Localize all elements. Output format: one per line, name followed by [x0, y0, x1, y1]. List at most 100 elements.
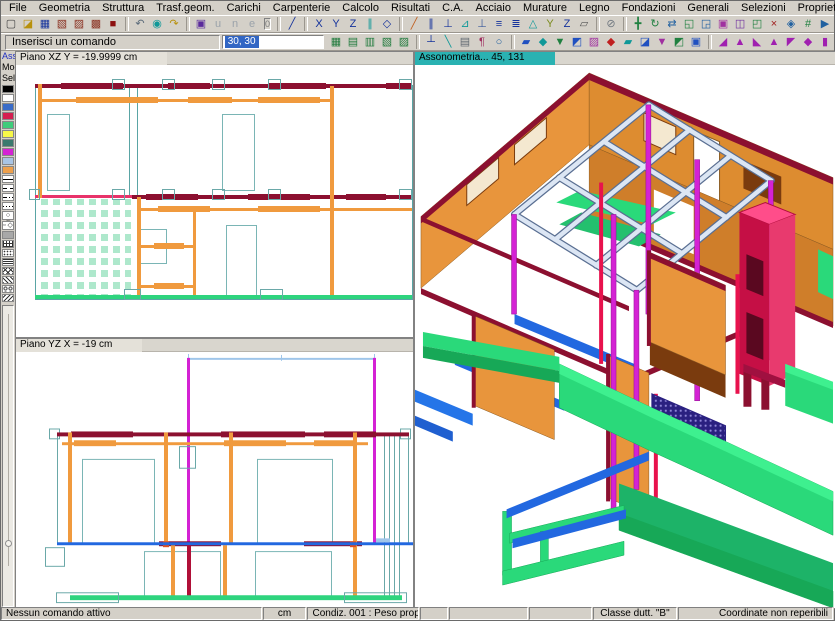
menu-item[interactable]: Proprietà [792, 2, 835, 15]
point-icon[interactable]: ○ [491, 35, 507, 49]
viewport-xz-canvas[interactable] [16, 65, 413, 337]
offset-icon[interactable]: ◫ [732, 17, 748, 31]
view-thumb-1-icon[interactable]: ▦ [328, 35, 344, 49]
slider-thumb[interactable] [5, 540, 12, 547]
color-swatch[interactable] [2, 139, 14, 147]
sheet-icon[interactable]: ▱ [576, 17, 592, 31]
load-case-4-icon[interactable]: ◩ [569, 35, 585, 49]
rotate-nodes-icon[interactable]: ↻ [647, 17, 663, 31]
export-view-icon[interactable]: ▩ [88, 17, 104, 31]
sidebar-mode-label[interactable]: Ass. [1, 51, 15, 62]
triangle-mesh-icon[interactable]: △ [525, 17, 541, 31]
viewport-ax-title[interactable]: Assonometria... 45, 131 [415, 52, 555, 65]
project-node-icon[interactable]: ⊥ [474, 17, 490, 31]
color-swatch[interactable] [2, 157, 14, 165]
load-case-8-icon[interactable]: ◪ [637, 35, 653, 49]
sidebar-slider[interactable] [2, 305, 14, 607]
sidebar-mode-label[interactable]: Sel. [1, 73, 15, 84]
load-case-10-icon[interactable]: ◩ [671, 35, 687, 49]
color-swatch[interactable] [2, 130, 14, 138]
fill-pattern-gray[interactable] [2, 231, 14, 239]
storey-3-icon[interactable]: ◣ [749, 35, 765, 49]
fill-pattern-dots[interactable] [2, 249, 14, 257]
color-swatch[interactable] [2, 121, 14, 129]
color-swatch[interactable] [2, 94, 14, 102]
eraser-icon[interactable]: ⊘ [603, 17, 619, 31]
draw-line-icon[interactable]: ╱ [284, 17, 300, 31]
menu-item[interactable]: Trasf.geom. [150, 2, 220, 15]
numbering-icon[interactable]: ▣ [193, 17, 209, 31]
mirror-icon[interactable]: ⇄ [664, 17, 680, 31]
line-style-dashdot[interactable] [2, 193, 14, 201]
view-thumb-5-icon[interactable]: ▨ [396, 35, 412, 49]
plane-y-icon[interactable]: Y [328, 17, 344, 31]
save-icon[interactable]: ▦ [37, 17, 53, 31]
menu-item[interactable]: Legno [573, 2, 616, 15]
line-style-dotted[interactable] [2, 202, 14, 210]
load-case-2-icon[interactable]: ◆ [535, 35, 551, 49]
rotate-y-icon[interactable]: Y [542, 17, 558, 31]
storey-2-icon[interactable]: ▲ [732, 35, 748, 49]
load-case-11-icon[interactable]: ▣ [688, 35, 704, 49]
load-case-1-icon[interactable]: ▰ [518, 35, 534, 49]
piano-yz-drawing[interactable] [16, 352, 413, 608]
open-folder-icon[interactable]: ◪ [20, 17, 36, 31]
storey-1-icon[interactable]: ◢ [715, 35, 731, 49]
weld-nodes-icon[interactable]: ◈ [783, 17, 799, 31]
fill-pattern-cross[interactable] [2, 240, 14, 248]
snap-node-icon[interactable]: ┴ [423, 35, 439, 49]
capture-view-icon[interactable]: ▨ [71, 17, 87, 31]
check-model-icon[interactable]: × [766, 17, 782, 31]
extrude-icon[interactable]: ◰ [749, 17, 765, 31]
fill-pattern-diamond[interactable] [2, 267, 14, 275]
viewport-xz-title[interactable]: Piano XZ Y = -19.9999 cm [16, 52, 167, 65]
viewport-yz-canvas[interactable] [16, 352, 413, 608]
menu-item[interactable]: Acciaio [470, 2, 517, 15]
assonometria-drawing[interactable] [415, 65, 835, 608]
storey-7-icon[interactable]: ▮ [817, 35, 833, 49]
level-icon[interactable]: ≡ [491, 17, 507, 31]
line-style-dashed[interactable] [2, 184, 14, 192]
marker-style-2[interactable]: ▫ ◇ [2, 221, 14, 230]
sketch-icon[interactable]: ╲ [440, 35, 456, 49]
scale-icon[interactable]: ◱ [681, 17, 697, 31]
run-analysis-icon[interactable]: ▶ [817, 17, 833, 31]
angle-tool-icon[interactable]: ⊿ [457, 17, 473, 31]
color-swatch[interactable] [2, 112, 14, 120]
menu-item[interactable]: Murature [517, 2, 573, 15]
rotate-z-icon[interactable]: Z [559, 17, 575, 31]
color-swatch[interactable] [2, 103, 14, 111]
menu-item[interactable]: C.A. [436, 2, 469, 15]
flag-icon[interactable]: ¶ [474, 35, 490, 49]
load-case-3-icon[interactable]: ▼ [552, 35, 568, 49]
numbering-spinner[interactable]: 0 [264, 18, 271, 30]
view-thumb-4-icon[interactable]: ▧ [379, 35, 395, 49]
node-line-icon[interactable]: ╱ [406, 17, 422, 31]
fill-pattern-hlines[interactable] [2, 258, 14, 266]
color-swatch[interactable] [2, 85, 14, 93]
fill-pattern-circles[interactable] [2, 285, 14, 293]
table-icon[interactable]: ▤ [457, 35, 473, 49]
fill-pattern-zigzag[interactable] [2, 294, 14, 302]
menu-item[interactable]: File [3, 2, 33, 15]
marker-style-1[interactable]: ○ × [2, 211, 14, 220]
view-thumb-3-icon[interactable]: ▥ [362, 35, 378, 49]
color-swatch[interactable] [2, 148, 14, 156]
show-shells-icon[interactable]: e [244, 17, 260, 31]
menu-item[interactable]: Carichi [221, 2, 267, 15]
plane-x-icon[interactable]: X [311, 17, 327, 31]
view-thumb-2-icon[interactable]: ▤ [345, 35, 361, 49]
menu-item[interactable]: Struttura [96, 2, 150, 15]
menu-item[interactable]: Carpenterie [267, 2, 336, 15]
menu-item[interactable]: Fondazioni [616, 2, 682, 15]
load-case-6-icon[interactable]: ◆ [603, 35, 619, 49]
stretch-icon[interactable]: ◲ [698, 17, 714, 31]
load-case-7-icon[interactable]: ▰ [620, 35, 636, 49]
line-style-solid[interactable] [2, 175, 14, 183]
import-view-icon[interactable]: ▧ [54, 17, 70, 31]
piano-xz-drawing[interactable] [16, 65, 413, 337]
command-input[interactable]: 30, 30 [222, 35, 324, 49]
plane-z-icon[interactable]: Z [345, 17, 361, 31]
renumber-icon[interactable]: # [800, 17, 816, 31]
storey-6-icon[interactable]: ◆ [800, 35, 816, 49]
